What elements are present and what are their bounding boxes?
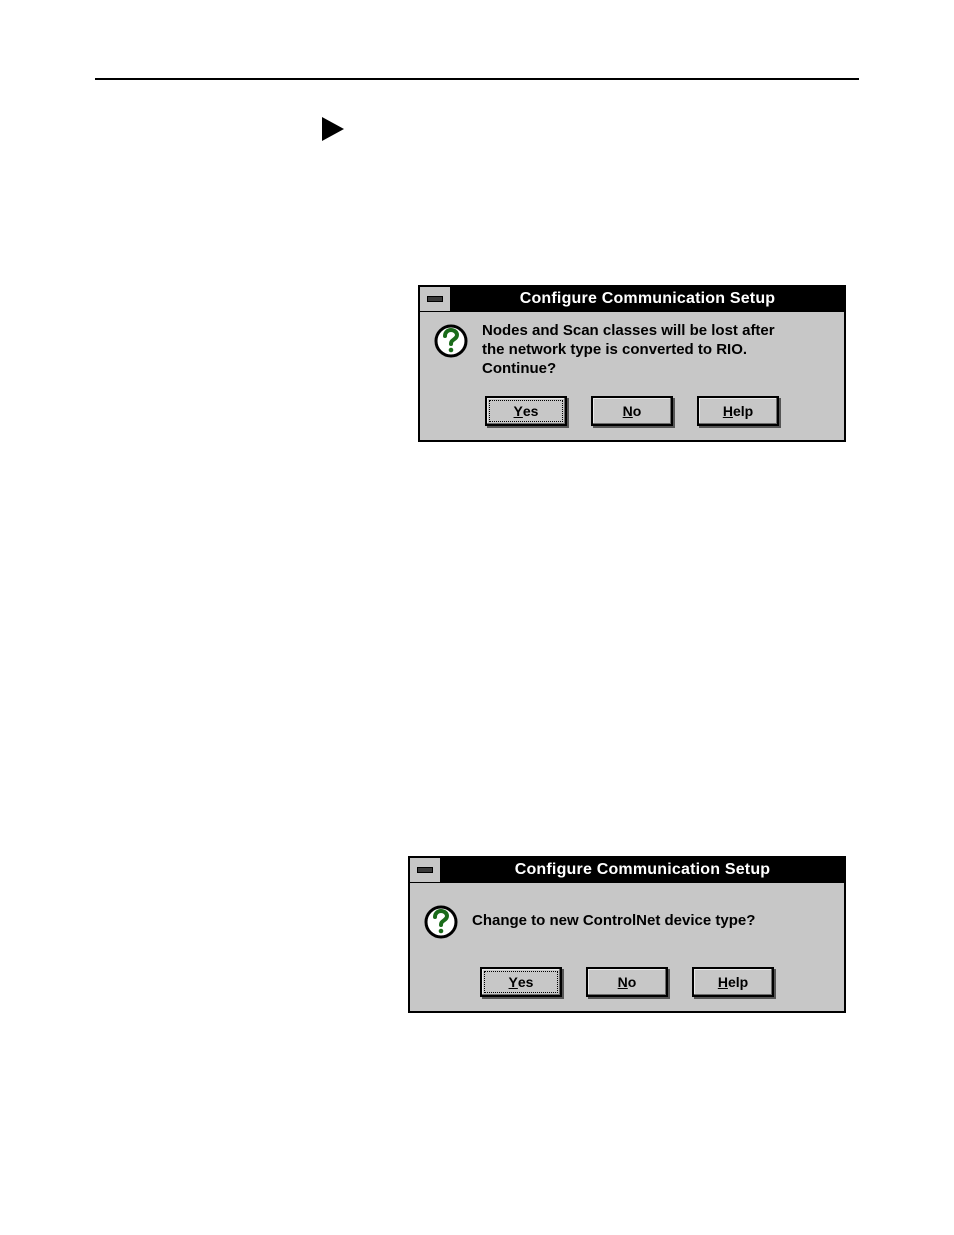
button-label-rest: o — [633, 403, 642, 419]
button-label-rest: o — [628, 974, 637, 990]
system-menu-icon — [427, 296, 443, 302]
dialog-body: Nodes and Scan classes will be lost afte… — [420, 312, 844, 440]
mnemonic-letter: Y — [514, 403, 523, 419]
button-label-rest: elp — [728, 974, 748, 990]
button-row: Yes No Help — [424, 967, 830, 997]
page: Configure Communication Setup Nodes and … — [0, 0, 954, 1235]
help-button[interactable]: Help — [692, 967, 774, 997]
system-menu-icon — [417, 867, 433, 873]
yes-button[interactable]: Yes — [485, 396, 567, 426]
question-mark-icon — [434, 324, 468, 358]
system-menu-button[interactable] — [420, 287, 451, 311]
title-text: Configure Communication Setup — [451, 287, 844, 311]
message-row: Nodes and Scan classes will be lost afte… — [434, 322, 830, 378]
horizontal-rule — [95, 78, 859, 80]
titlebar: Configure Communication Setup — [420, 287, 844, 312]
button-label-rest: es — [518, 974, 534, 990]
message-text: Change to new ControlNet device type? — [472, 912, 755, 931]
button-label-rest: elp — [733, 403, 753, 419]
dialog-configure-communication-setup-2: Configure Communication Setup Change to … — [408, 856, 846, 1013]
button-label-rest: es — [523, 403, 539, 419]
title-text: Configure Communication Setup — [441, 858, 844, 882]
mnemonic-letter: N — [618, 974, 628, 990]
mnemonic-letter: N — [623, 403, 633, 419]
mnemonic-letter: Y — [509, 974, 518, 990]
question-mark-icon — [424, 905, 458, 939]
dialog-configure-communication-setup-1: Configure Communication Setup Nodes and … — [418, 285, 846, 442]
yes-button[interactable]: Yes — [480, 967, 562, 997]
no-button[interactable]: No — [586, 967, 668, 997]
message-row: Change to new ControlNet device type? — [424, 893, 830, 949]
button-row: Yes No Help — [434, 396, 830, 426]
system-menu-button[interactable] — [410, 858, 441, 882]
mnemonic-letter: H — [723, 403, 733, 419]
message-text: Nodes and Scan classes will be lost afte… — [482, 322, 775, 378]
no-button[interactable]: No — [591, 396, 673, 426]
titlebar: Configure Communication Setup — [410, 858, 844, 883]
mnemonic-letter: H — [718, 974, 728, 990]
help-button[interactable]: Help — [697, 396, 779, 426]
play-triangle-icon — [322, 117, 344, 141]
dialog-body: Change to new ControlNet device type? Ye… — [410, 883, 844, 1011]
